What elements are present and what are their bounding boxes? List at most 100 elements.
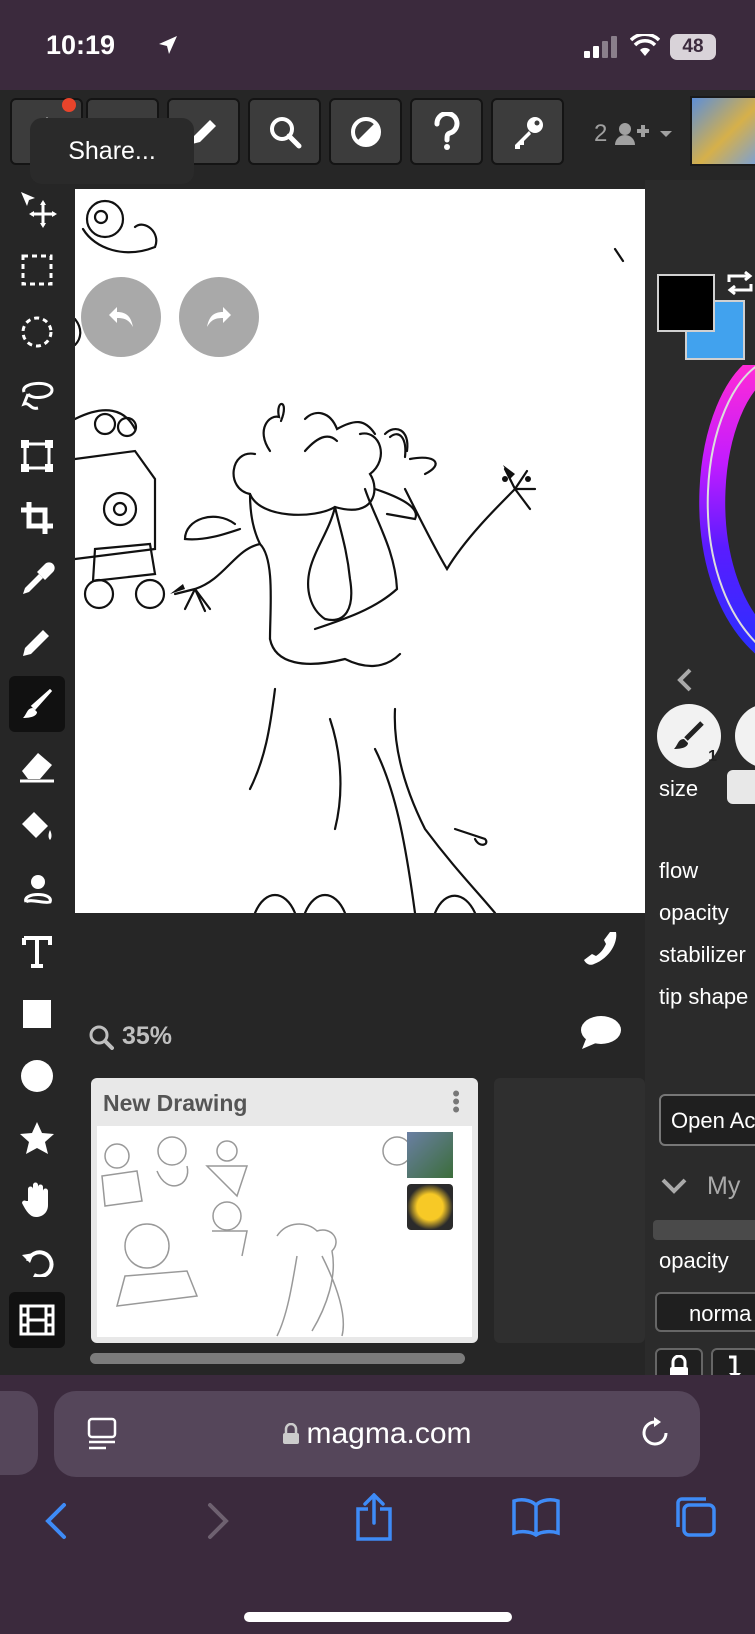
drawing-card-placeholder <box>494 1078 645 1343</box>
add-user-icon <box>615 123 650 145</box>
voice-call-button[interactable] <box>580 928 620 973</box>
brush-tool[interactable] <box>9 676 65 732</box>
status-time: 10:19 <box>46 30 116 60</box>
hand-tool[interactable] <box>9 1172 65 1228</box>
ellipse-tool[interactable] <box>9 1048 65 1104</box>
share-tooltip[interactable]: Share... <box>30 118 194 184</box>
zoom-value: 35% <box>122 1022 173 1050</box>
eyedropper-icon <box>23 562 55 594</box>
opacity-label: opacity <box>659 900 729 925</box>
forward-icon[interactable] <box>204 1501 232 1541</box>
reload-icon[interactable] <box>640 1415 672 1449</box>
shape-tool[interactable] <box>9 1110 65 1166</box>
more-vertical-icon[interactable]: • • • <box>452 1083 460 1121</box>
collaborators-menu[interactable]: 2 <box>594 120 673 148</box>
move-arrow-icon <box>21 192 57 228</box>
dashed-rectangle-icon <box>21 254 53 286</box>
battery-indicator: 48 <box>670 34 716 60</box>
drawing-card-title: New Drawing <box>103 1090 248 1116</box>
clip-layer-button[interactable] <box>711 1348 755 1375</box>
drawing-canvas[interactable] <box>75 189 645 913</box>
back-icon[interactable] <box>42 1501 70 1541</box>
address-bar[interactable]: magma.com <box>54 1391 700 1477</box>
square-icon <box>23 1000 51 1028</box>
pencil-icon <box>23 630 49 656</box>
brush-preset-button-2[interactable] <box>735 704 755 768</box>
pencil-tool[interactable] <box>9 614 65 670</box>
left-toolbar <box>0 180 75 1375</box>
smudge-icon <box>24 875 52 904</box>
transform-tool[interactable] <box>9 428 65 484</box>
tabs-icon[interactable] <box>674 1495 718 1539</box>
notification-dot <box>62 98 76 112</box>
adjust-button[interactable] <box>329 98 402 165</box>
blend-mode-select[interactable]: norma <box>655 1292 755 1332</box>
lock-icon <box>670 1355 688 1375</box>
canvas-sketch <box>75 199 625 913</box>
brush-preset-number: 1 <box>708 748 717 765</box>
swap-colors-icon[interactable] <box>725 270 755 296</box>
lock-layer-button[interactable] <box>655 1348 703 1375</box>
status-bar: 10:19 48 <box>0 0 755 90</box>
tip-shape-label: tip shape <box>659 984 749 1009</box>
text-tool[interactable] <box>9 924 65 980</box>
contrast-icon <box>350 116 381 147</box>
key-button[interactable] <box>491 98 564 165</box>
undo-arrow-icon <box>109 307 133 327</box>
color-wheel[interactable] <box>695 365 755 655</box>
rectangle-tool[interactable] <box>9 986 65 1042</box>
browser-toolbar: magma.com <box>0 1375 755 1634</box>
crop-icon <box>21 502 53 534</box>
move-tool[interactable] <box>9 180 65 236</box>
search-button[interactable] <box>248 98 321 165</box>
lasso-tool[interactable] <box>9 366 65 422</box>
brush-preset-button[interactable]: 1 <box>657 704 721 768</box>
star-icon <box>20 1122 54 1154</box>
previous-tab-peek[interactable] <box>0 1391 38 1475</box>
open-button[interactable]: Open Ac <box>659 1094 755 1146</box>
horizontal-scrollbar[interactable] <box>90 1353 465 1364</box>
key-icon <box>514 116 543 149</box>
wifi-icon <box>630 34 660 56</box>
canvas-redo-button[interactable] <box>179 277 259 357</box>
collaborator-avatar-1 <box>407 1132 453 1178</box>
collaborator-avatar-2 <box>407 1184 453 1230</box>
fill-tool[interactable] <box>9 800 65 856</box>
circle-icon <box>21 1060 53 1092</box>
film-strip-icon <box>19 1304 55 1336</box>
canvas-undo-button[interactable] <box>81 277 161 357</box>
help-button[interactable] <box>410 98 483 165</box>
undo-tool[interactable] <box>9 1234 65 1290</box>
bookmarks-icon[interactable] <box>512 1497 560 1537</box>
layers-toolbar[interactable] <box>653 1220 755 1240</box>
share-icon[interactable] <box>354 1493 394 1541</box>
layer-opacity-label: opacity <box>659 1248 729 1273</box>
drawing-preview <box>97 1126 472 1337</box>
rect-select-tool[interactable] <box>9 242 65 298</box>
layers-header[interactable]: My <box>707 1172 740 1201</box>
zoom-indicator[interactable]: 35% <box>88 1022 172 1051</box>
search-icon <box>269 116 301 148</box>
question-icon <box>434 111 459 150</box>
drawing-card[interactable]: New Drawing • • • <box>91 1078 478 1343</box>
clip-arrow-icon <box>729 1355 741 1375</box>
primary-color-swatch[interactable] <box>657 274 715 332</box>
flow-label: flow <box>659 858 699 883</box>
hand-icon <box>22 1182 48 1217</box>
smudge-tool[interactable] <box>9 862 65 918</box>
cellular-signal-icon <box>584 36 617 58</box>
chat-button[interactable] <box>580 1015 622 1056</box>
chevron-down-icon[interactable] <box>661 1178 687 1194</box>
eraser-tool[interactable] <box>9 738 65 794</box>
chevron-left-icon[interactable] <box>677 668 693 692</box>
url-text[interactable]: magma.com <box>54 1417 700 1451</box>
paint-bucket-icon <box>22 812 52 840</box>
transform-icon <box>21 440 53 472</box>
ellipse-select-tool[interactable] <box>9 304 65 360</box>
animation-tool[interactable] <box>9 1292 65 1348</box>
crop-tool[interactable] <box>9 490 65 546</box>
chevron-down-icon <box>660 131 673 137</box>
user-avatar[interactable] <box>690 96 755 166</box>
eyedropper-tool[interactable] <box>9 552 65 608</box>
size-slider[interactable] <box>727 770 755 804</box>
